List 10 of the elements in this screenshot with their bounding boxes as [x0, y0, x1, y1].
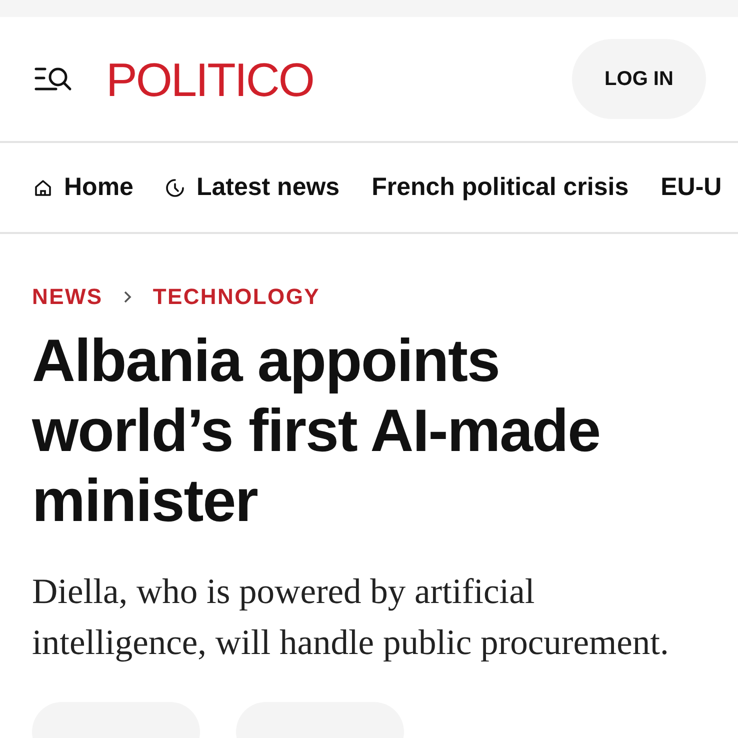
nav-link[interactable]: EU-U: [660, 173, 722, 202]
breadcrumb-link[interactable]: TECHNOLOGY: [152, 284, 320, 310]
article-summary: Diella, who is powered by artificial intelligence, will handle public procurement.: [32, 570, 670, 664]
nav-link[interactable]: Latest news: [165, 173, 340, 202]
article-headline: Albania appoints world’s first AI-made minister: [32, 326, 601, 536]
breadcrumb-link[interactable]: NEWS: [32, 284, 103, 310]
nav-link[interactable]: French political crisis: [372, 173, 629, 202]
login-button[interactable]: LOG IN: [572, 39, 706, 119]
nav-link[interactable]: Home: [33, 173, 134, 202]
politico-logo[interactable]: POLITICO: [106, 52, 314, 106]
